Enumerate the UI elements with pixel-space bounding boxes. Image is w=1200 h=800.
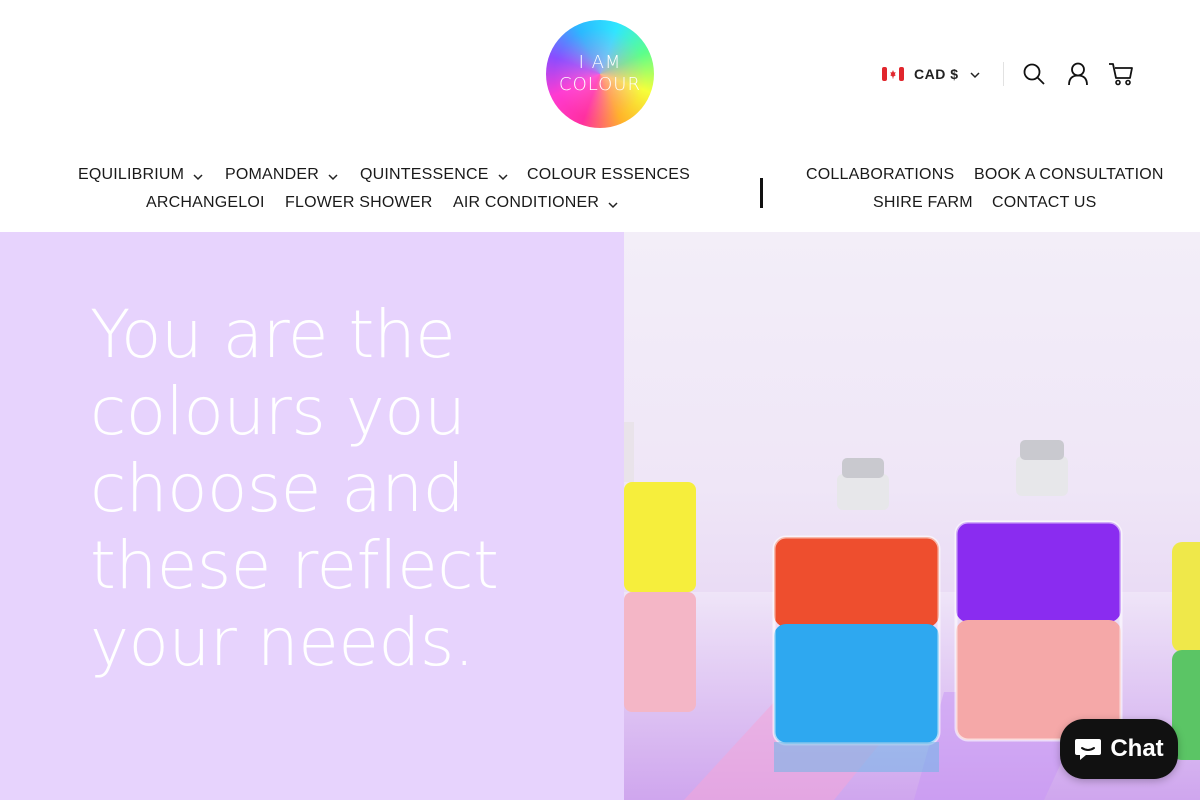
bottles-illustration bbox=[624, 422, 1200, 800]
hero-headline-line: these reflect bbox=[90, 527, 499, 604]
nav-item-colour-essences[interactable]: COLOUR ESSENCES bbox=[527, 165, 690, 185]
search-icon[interactable] bbox=[1021, 61, 1047, 87]
nav-label: AIR CONDITIONER bbox=[453, 194, 600, 211]
brand-logo[interactable]: I AM COLOUR bbox=[546, 20, 654, 128]
hero-headline-line: colours you bbox=[90, 373, 466, 450]
chevron-down-icon bbox=[497, 169, 509, 181]
nav-item-flower-shower[interactable]: FLOWER SHOWER bbox=[285, 193, 433, 213]
nav-label: COLLABORATIONS bbox=[806, 166, 955, 183]
site-header: I AM COLOUR CAD $ EQUILIBRIUM POMANDER Q… bbox=[0, 0, 1200, 232]
hero-headline-line: choose and bbox=[90, 450, 465, 527]
nav-item-archangeloi[interactable]: ARCHANGELOI bbox=[146, 193, 265, 213]
hero-headline-line: You are the bbox=[90, 296, 456, 373]
nav-label: EQUILIBRIUM bbox=[78, 166, 185, 183]
account-icon[interactable] bbox=[1065, 61, 1091, 87]
currency-label: CAD $ bbox=[914, 66, 959, 82]
bottle-red-blue bbox=[772, 458, 941, 772]
logo-text-line1: I AM bbox=[578, 52, 622, 73]
nav-label: BOOK A CONSULTATION bbox=[974, 166, 1164, 183]
chat-label: Chat bbox=[1110, 735, 1164, 762]
nav-label: CONTACT US bbox=[992, 194, 1097, 211]
cart-icon[interactable] bbox=[1108, 61, 1134, 87]
hero-headline-line: your needs. bbox=[90, 604, 475, 681]
nav-separator bbox=[760, 178, 763, 208]
nav-item-pomander[interactable]: POMANDER bbox=[225, 165, 339, 185]
nav-label: QUINTESSENCE bbox=[360, 166, 489, 183]
logo-text-line2: COLOUR bbox=[559, 74, 641, 95]
hero-image bbox=[624, 232, 1200, 800]
nav-label: SHIRE FARM bbox=[873, 194, 973, 211]
header-divider bbox=[1003, 62, 1004, 86]
nav-item-air-conditioner[interactable]: AIR CONDITIONER bbox=[453, 193, 619, 213]
canada-flag-icon bbox=[882, 67, 904, 81]
chevron-down-icon bbox=[607, 197, 619, 209]
nav-item-equilibrium[interactable]: EQUILIBRIUM bbox=[78, 165, 204, 185]
nav-item-book-a-consultation[interactable]: BOOK A CONSULTATION bbox=[974, 165, 1164, 185]
bottle-left bbox=[624, 422, 696, 712]
bottle-violet-pink bbox=[954, 440, 1123, 742]
chat-button[interactable]: Chat bbox=[1060, 719, 1178, 779]
hero-headline: You are the colours you choose and these… bbox=[90, 296, 560, 681]
nav-label: FLOWER SHOWER bbox=[285, 194, 433, 211]
chevron-down-icon bbox=[192, 169, 204, 181]
nav-label: COLOUR ESSENCES bbox=[527, 166, 691, 183]
chat-bubble-icon bbox=[1075, 739, 1102, 760]
nav-item-quintessence[interactable]: QUINTESSENCE bbox=[360, 165, 509, 185]
chevron-down-icon bbox=[969, 68, 981, 80]
nav-label: ARCHANGELOI bbox=[146, 194, 265, 211]
chevron-down-icon bbox=[327, 169, 339, 181]
nav-item-contact-us[interactable]: CONTACT US bbox=[992, 193, 1097, 213]
nav-label: POMANDER bbox=[225, 166, 320, 183]
nav-item-shire-farm[interactable]: SHIRE FARM bbox=[873, 193, 973, 213]
currency-selector[interactable]: CAD $ bbox=[882, 62, 981, 86]
nav-item-collaborations[interactable]: COLLABORATIONS bbox=[806, 165, 954, 185]
